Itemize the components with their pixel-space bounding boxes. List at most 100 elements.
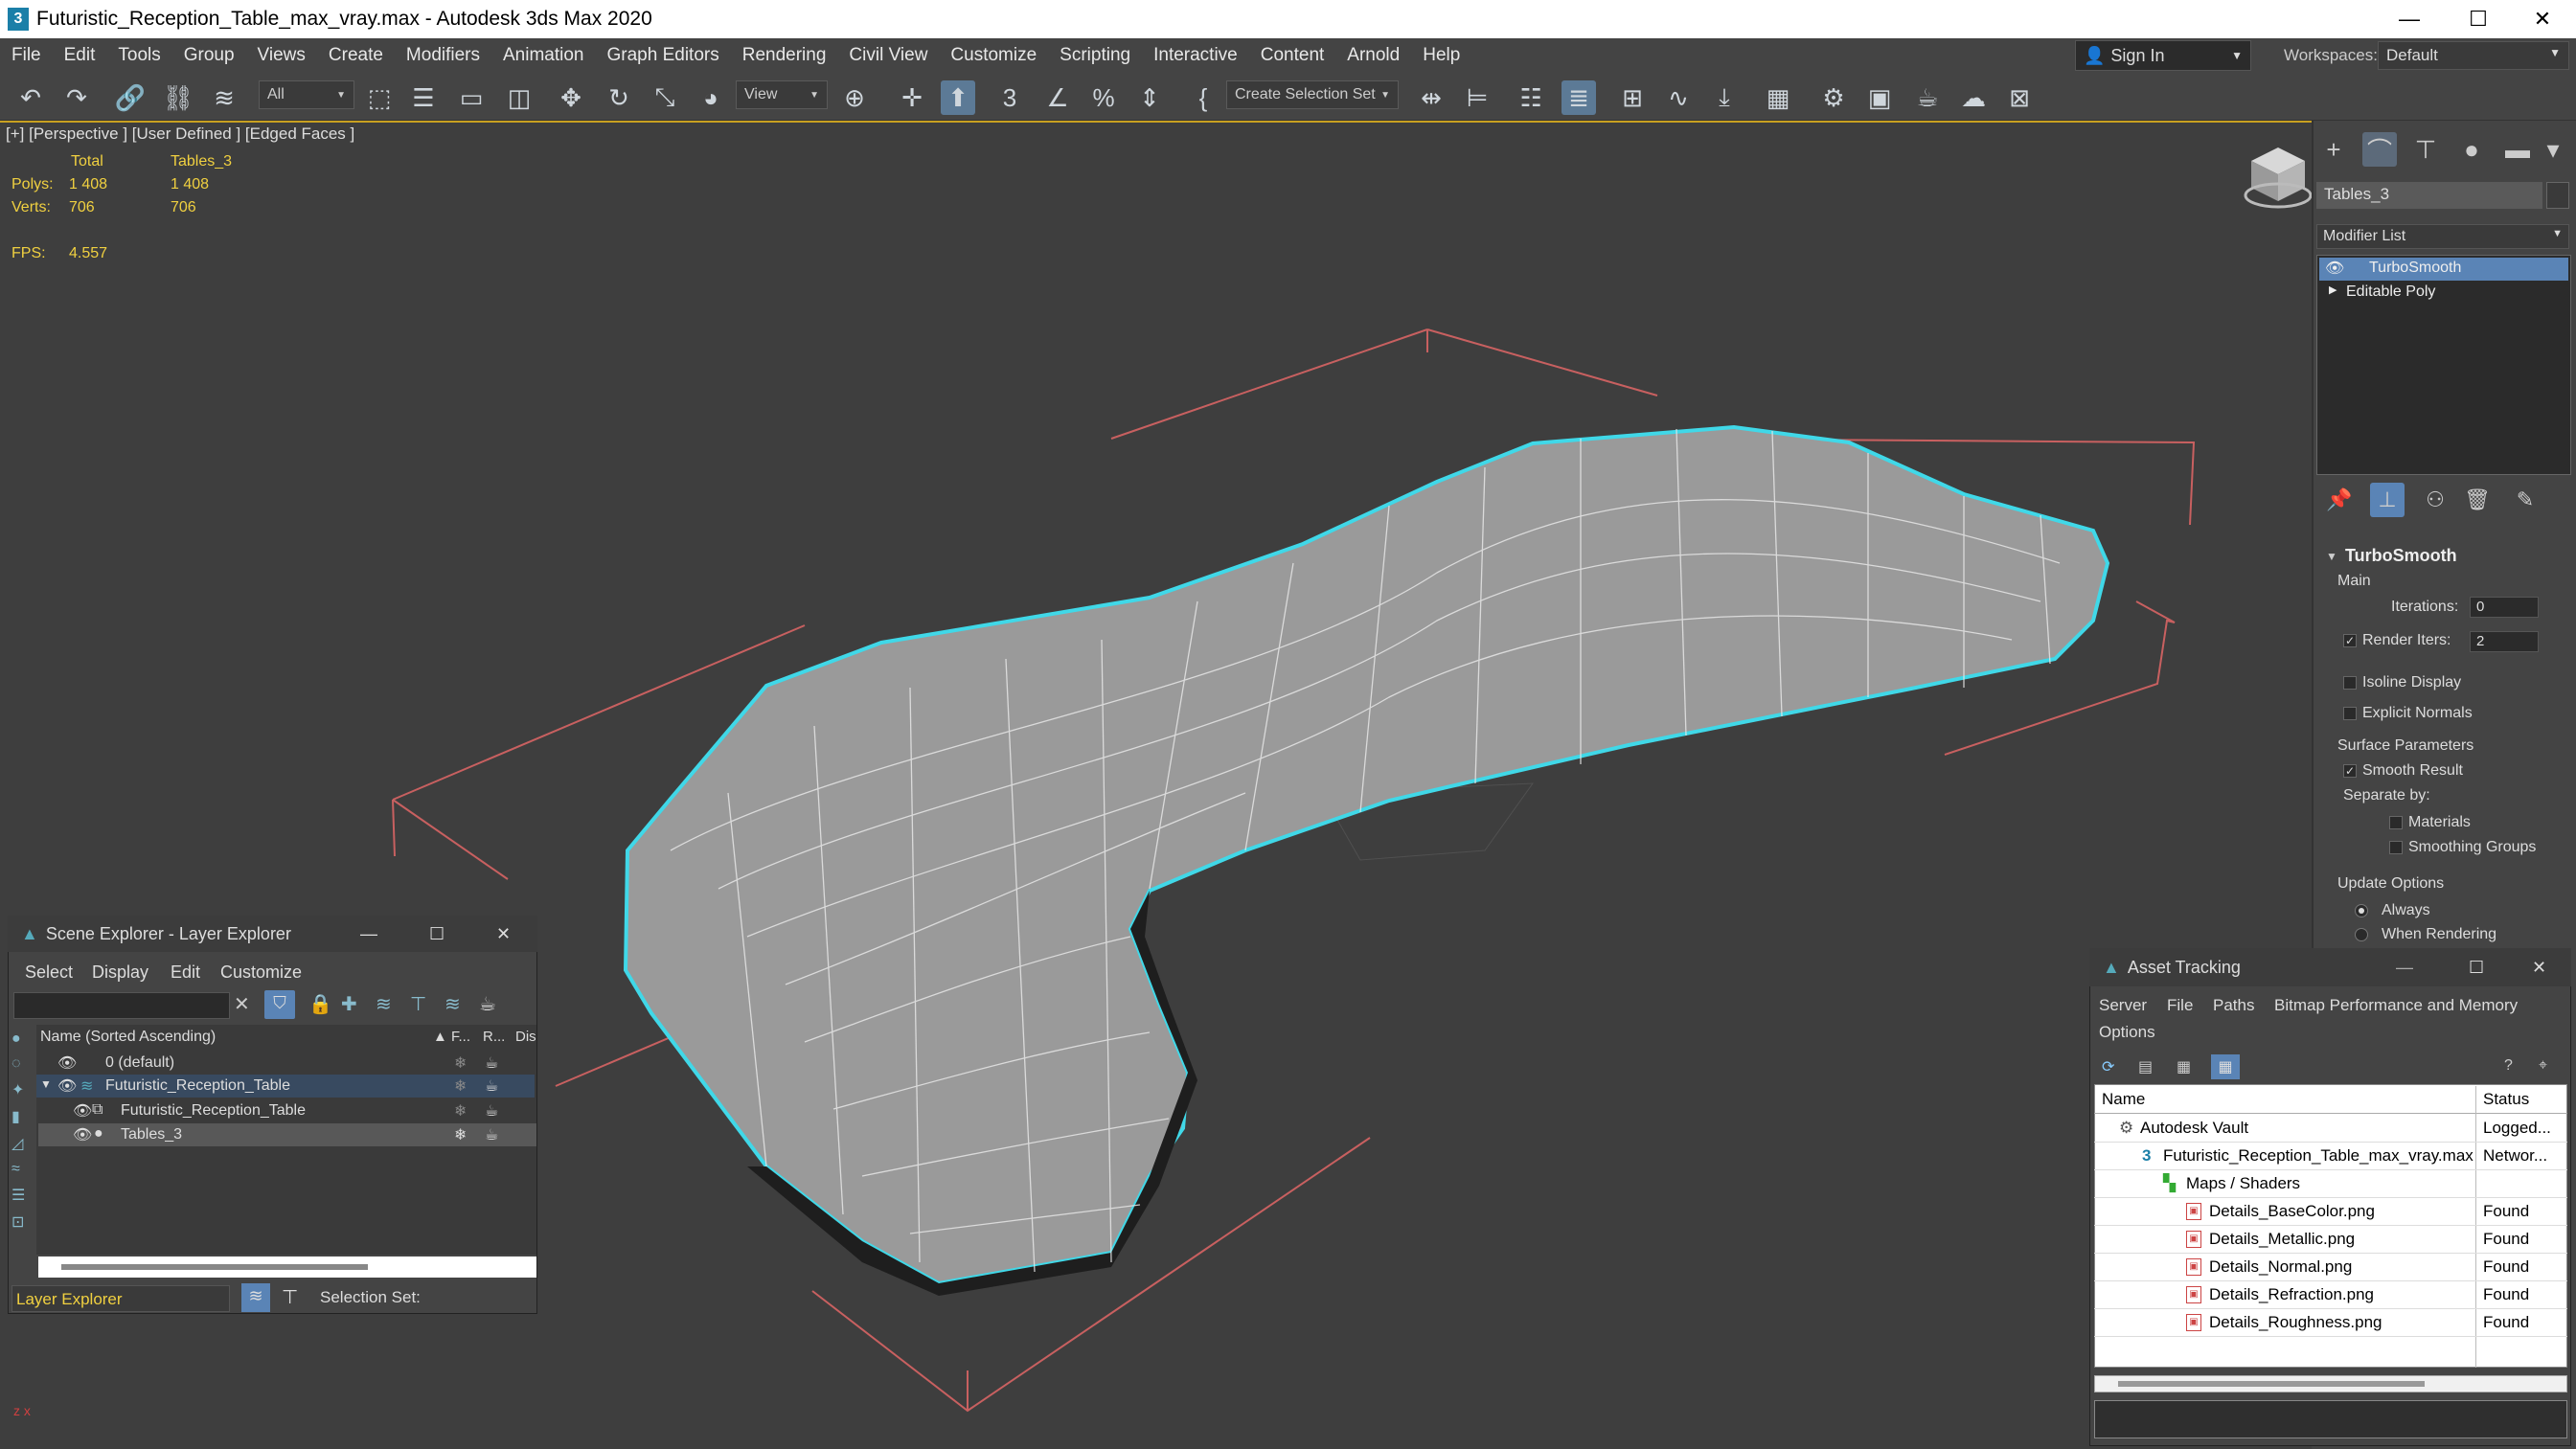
render-iters-spinner[interactable]: 2 bbox=[2470, 631, 2539, 652]
explorer-mode-dropdown[interactable]: Layer Explorer bbox=[11, 1285, 230, 1312]
asset-menu-file[interactable]: File bbox=[2167, 996, 2193, 1015]
menu-graph-editors[interactable]: Graph Editors bbox=[596, 45, 731, 66]
configure-modifier-sets-icon[interactable]: ✎ bbox=[2508, 483, 2542, 517]
remove-modifier-icon[interactable]: 🗑 bbox=[2460, 483, 2495, 517]
render-in-cloud-icon[interactable]: ☁ bbox=[1956, 80, 1991, 115]
schematic-view-icon[interactable]: ⤓ bbox=[1707, 80, 1742, 115]
scene-menu-select[interactable]: Select bbox=[25, 962, 73, 983]
mirror-icon[interactable]: ⇹ bbox=[1414, 80, 1448, 115]
always-radio[interactable] bbox=[2355, 904, 2368, 917]
maximize-icon[interactable]: ☐ bbox=[2469, 958, 2484, 978]
scrollbar-thumb[interactable] bbox=[2118, 1381, 2425, 1387]
asset-horizontal-scrollbar[interactable] bbox=[2094, 1375, 2567, 1392]
hierarchy-toggle-icon[interactable]: ⊤ bbox=[282, 1285, 298, 1309]
hierarchy-tab-icon[interactable]: ⊤ bbox=[2408, 132, 2443, 167]
spacewarp-filter-icon[interactable]: ≈ bbox=[11, 1161, 33, 1178]
teapot-icon[interactable]: ☕ bbox=[479, 992, 496, 1016]
turbosmooth-rollout-title[interactable]: TurboSmooth bbox=[2345, 546, 2457, 566]
object-name-field[interactable]: Tables_3 bbox=[2316, 182, 2542, 209]
percent-snap-icon[interactable]: % bbox=[1086, 80, 1121, 115]
scene-menu-customize[interactable]: Customize bbox=[220, 962, 302, 983]
render-setup-icon[interactable]: ⚙ bbox=[1816, 80, 1851, 115]
scene-horizontal-scrollbar[interactable] bbox=[38, 1257, 536, 1278]
stack-item-editable-poly[interactable]: ▶ Editable Poly bbox=[2319, 282, 2568, 305]
rollout-collapse-icon[interactable]: ▼ bbox=[2326, 550, 2337, 563]
menu-customize[interactable]: Customize bbox=[939, 45, 1048, 66]
bone-filter-icon[interactable]: ⊡ bbox=[11, 1212, 33, 1232]
helper-filter-icon[interactable]: ◿ bbox=[11, 1134, 33, 1153]
maximize-button[interactable]: ☐ bbox=[2445, 0, 2512, 38]
menu-interactive[interactable]: Interactive bbox=[1142, 45, 1249, 66]
explicit-normals-checkbox[interactable] bbox=[2343, 707, 2357, 720]
display-column-header[interactable]: Dis bbox=[515, 1029, 536, 1045]
camera-filter-icon[interactable]: ▮ bbox=[11, 1107, 33, 1126]
asset-menu-bitmap-performance[interactable]: Bitmap Performance and Memory bbox=[2274, 996, 2518, 1015]
table-view-icon[interactable]: ▦ bbox=[2177, 1057, 2191, 1076]
menu-scripting[interactable]: Scripting bbox=[1048, 45, 1142, 66]
layer-explorer-icon[interactable]: ☷ bbox=[1514, 80, 1548, 115]
shape-filter-icon[interactable]: ◌ bbox=[11, 1055, 33, 1073]
layer-stack-icon[interactable]: ≋ bbox=[445, 992, 461, 1016]
render-teapot-icon[interactable]: ☕ bbox=[485, 1125, 498, 1144]
eye-icon[interactable]: 👁 bbox=[73, 1125, 92, 1144]
group-filter-icon[interactable]: ☰ bbox=[11, 1186, 33, 1205]
menu-arnold[interactable]: Arnold bbox=[1335, 45, 1411, 66]
menu-help[interactable]: Help bbox=[1411, 45, 1471, 66]
asset-row[interactable]: ▣ Details_Metallic.png Found bbox=[2094, 1226, 2567, 1254]
reference-coordinate-dropdown[interactable]: View ▼ bbox=[736, 80, 828, 109]
scene-menu-display[interactable]: Display bbox=[92, 962, 148, 983]
menu-file[interactable]: File bbox=[0, 45, 53, 66]
smooth-result-checkbox[interactable]: ✓ bbox=[2343, 764, 2357, 778]
minimize-button[interactable]: — bbox=[2376, 0, 2443, 38]
render-production-icon[interactable]: ☕ bbox=[1910, 80, 1945, 115]
pivot-center-icon[interactable]: ⊕ bbox=[837, 80, 872, 115]
modify-tab-icon[interactable]: ⌒ bbox=[2362, 132, 2397, 167]
menu-edit[interactable]: Edit bbox=[53, 45, 107, 66]
modifier-list-dropdown[interactable]: Modifier List ▼ bbox=[2316, 224, 2569, 249]
asset-row[interactable]: ▚ Maps / Shaders bbox=[2094, 1170, 2567, 1198]
menu-civil-view[interactable]: Civil View bbox=[837, 45, 939, 66]
sign-in-dropdown[interactable]: 👤 Sign In ▼ bbox=[2075, 40, 2251, 71]
render-teapot-icon[interactable]: ☕ bbox=[485, 1101, 498, 1121]
spinner-snap-icon[interactable]: ⇕ bbox=[1132, 80, 1167, 115]
ribbon-icon[interactable]: ⊞ bbox=[1615, 80, 1650, 115]
maximize-icon[interactable]: ☐ bbox=[429, 924, 445, 944]
scale-icon[interactable]: ⤡ bbox=[648, 80, 682, 115]
scene-search-input[interactable] bbox=[13, 992, 230, 1019]
asset-menu-paths[interactable]: Paths bbox=[2213, 996, 2254, 1015]
edit-named-selection-icon[interactable]: { bbox=[1186, 80, 1220, 115]
a360-gallery-icon[interactable]: ⊠ bbox=[2002, 80, 2037, 115]
link-icon[interactable]: 🔗 bbox=[113, 80, 148, 115]
selection-filter-dropdown[interactable]: All ▼ bbox=[259, 80, 354, 109]
expand-arrow-icon[interactable]: ▼ bbox=[40, 1077, 52, 1091]
curve-editor-icon[interactable]: ∿ bbox=[1661, 80, 1696, 115]
menu-group[interactable]: Group bbox=[172, 45, 246, 66]
status-column-header[interactable]: Status bbox=[2483, 1090, 2529, 1109]
name-column-header[interactable]: Name (Sorted Ascending) bbox=[40, 1029, 216, 1046]
asset-row[interactable]: ▣ Details_BaseColor.png Found bbox=[2094, 1198, 2567, 1226]
bind-space-warp-icon[interactable]: ≋ bbox=[207, 80, 241, 115]
snaps-toggle-icon[interactable]: 3 bbox=[992, 80, 1027, 115]
minimize-icon[interactable]: — bbox=[360, 924, 377, 944]
asset-menu-server[interactable]: Server bbox=[2099, 996, 2147, 1015]
list-view-icon[interactable]: ▤ bbox=[2138, 1057, 2153, 1076]
asset-row[interactable]: ▣ Details_Refraction.png Found bbox=[2094, 1281, 2567, 1309]
refresh-icon[interactable]: ⟳ bbox=[2102, 1057, 2114, 1076]
select-manipulate-icon[interactable]: ✛ bbox=[895, 80, 929, 115]
stack-item-turbosmooth[interactable]: 👁 TurboSmooth bbox=[2319, 258, 2568, 281]
asset-tracking-title-bar[interactable]: ▲ Asset Tracking — ☐ ✕ bbox=[2089, 948, 2571, 986]
object-color-swatch[interactable] bbox=[2546, 182, 2569, 209]
align-icon[interactable]: ⊨ bbox=[1460, 80, 1494, 115]
placement-icon[interactable]: ◕ bbox=[694, 80, 728, 115]
toggle-scene-explorer-icon[interactable]: ≣ bbox=[1562, 80, 1596, 115]
layers-icon[interactable]: ≋ bbox=[376, 992, 392, 1016]
freeze-icon[interactable]: ❄ bbox=[454, 1101, 467, 1121]
undo-icon[interactable]: ↶ bbox=[13, 80, 48, 115]
asset-row[interactable]: ▣ Details_Normal.png Found bbox=[2094, 1254, 2567, 1281]
tree-row-object[interactable]: 👁 ● Tables_3 ❄ ☕ bbox=[38, 1123, 536, 1146]
frozen-column-header[interactable]: ▲ F... bbox=[433, 1029, 470, 1045]
asset-row[interactable]: ⚙ Autodesk Vault Logged... bbox=[2094, 1115, 2567, 1143]
freeze-icon[interactable]: ❄ bbox=[454, 1076, 467, 1096]
unlink-icon[interactable]: ⛓ bbox=[161, 80, 195, 115]
menu-animation[interactable]: Animation bbox=[491, 45, 596, 66]
